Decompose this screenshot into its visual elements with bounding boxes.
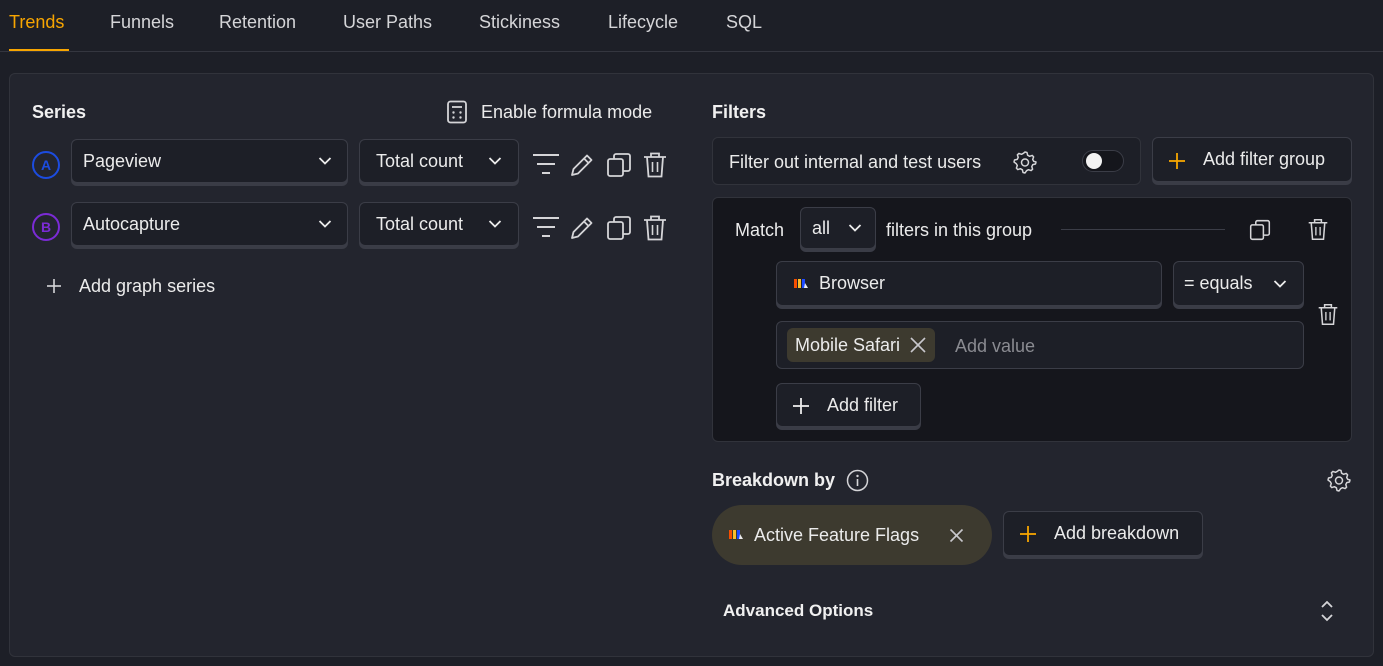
property-icon — [794, 279, 808, 288]
expand-collapse-icon — [1321, 600, 1333, 622]
filter-property-label: Browser — [819, 273, 886, 293]
toggle-knob — [1086, 153, 1102, 169]
add-filter-button[interactable]: Add filter — [776, 383, 921, 427]
series-letter-b: B — [32, 213, 60, 241]
add-breakdown-button[interactable]: Add breakdown — [1003, 511, 1203, 556]
value-chip: Mobile Safari — [787, 328, 936, 362]
property-icon — [729, 530, 743, 539]
test-users-filter-row: Filter out internal and test users — [712, 137, 1141, 185]
plus-icon — [793, 398, 809, 414]
breakdown-chip[interactable]: Active Feature Flags — [712, 505, 992, 565]
formula-mode-toggle[interactable]: Enable formula mode — [446, 100, 676, 126]
filter-operator-label: = equals — [1184, 273, 1253, 293]
series-b-math-label: Total count — [376, 213, 464, 234]
insight-type-tabs: Trends Funnels Retention User Paths Stic… — [0, 0, 1383, 52]
trash-icon[interactable] — [1317, 302, 1339, 327]
breakdown-chip-label: Active Feature Flags — [754, 524, 920, 545]
tab-user-paths[interactable]: User Paths — [343, 12, 432, 33]
match-value: all — [812, 217, 831, 238]
close-icon[interactable] — [909, 336, 927, 354]
advanced-options-toggle[interactable]: Advanced Options — [712, 589, 1352, 633]
plus-icon — [1020, 526, 1036, 542]
chevron-down-icon — [848, 224, 862, 232]
chevron-down-icon — [318, 157, 332, 165]
chevron-down-icon — [1273, 279, 1287, 288]
plus-icon — [47, 279, 61, 293]
add-filter-label: Add filter — [827, 394, 899, 415]
tab-trends[interactable]: Trends — [9, 12, 64, 33]
info-icon[interactable] — [846, 469, 869, 492]
add-filter-group-button[interactable]: Add filter group — [1152, 137, 1352, 182]
filter-operator-select[interactable]: = equals — [1173, 261, 1304, 306]
calculator-icon — [447, 100, 467, 124]
filter-icon[interactable] — [532, 216, 560, 238]
add-breakdown-label: Add breakdown — [1054, 523, 1180, 543]
filter-value-input[interactable]: Mobile Safari Add value — [776, 321, 1304, 369]
series-a-event-label: Pageview — [83, 150, 162, 171]
pencil-icon[interactable] — [568, 151, 596, 179]
tab-sql[interactable]: SQL — [726, 12, 762, 33]
active-tab-indicator — [9, 49, 69, 51]
query-editor-panel: Series Enable formula mode A Pageview To… — [9, 73, 1374, 657]
chevron-down-icon — [488, 157, 502, 165]
formula-mode-label: Enable formula mode — [481, 102, 653, 122]
value-chip-label: Mobile Safari — [795, 334, 901, 355]
duplicate-icon[interactable] — [1249, 219, 1271, 241]
tab-lifecycle[interactable]: Lifecycle — [608, 12, 678, 33]
filters-title: Filters — [712, 102, 767, 122]
breakdown-title: Breakdown by — [712, 470, 836, 490]
series-title: Series — [32, 102, 87, 122]
series-a-event-select[interactable]: Pageview — [71, 139, 348, 183]
advanced-options-label: Advanced Options — [723, 601, 874, 620]
series-a-math-select[interactable]: Total count — [359, 139, 519, 183]
test-users-toggle[interactable] — [1082, 150, 1124, 172]
value-placeholder: Add value — [955, 336, 1036, 356]
divider-line — [1061, 229, 1225, 230]
add-graph-series-label: Add graph series — [79, 276, 216, 296]
series-b-math-select[interactable]: Total count — [359, 202, 519, 246]
match-select[interactable]: all — [800, 207, 876, 249]
gear-icon[interactable] — [1013, 150, 1037, 174]
pencil-icon[interactable] — [568, 214, 596, 242]
plus-icon — [1169, 153, 1185, 169]
tab-retention[interactable]: Retention — [219, 12, 296, 33]
filter-property-select[interactable]: Browser — [776, 261, 1162, 306]
series-letter-a: A — [32, 151, 60, 179]
close-icon[interactable] — [949, 528, 964, 543]
series-a-math-label: Total count — [376, 150, 464, 171]
filter-icon[interactable] — [532, 153, 560, 175]
add-filter-group-label: Add filter group — [1203, 149, 1326, 169]
tab-funnels[interactable]: Funnels — [110, 12, 174, 33]
filter-group: Match all filters in this group Browser … — [712, 197, 1352, 442]
duplicate-icon[interactable] — [606, 215, 632, 241]
duplicate-icon[interactable] — [606, 152, 632, 178]
chevron-down-icon — [318, 220, 332, 228]
series-b-event-select[interactable]: Autocapture — [71, 202, 348, 246]
series-b-event-label: Autocapture — [83, 213, 181, 234]
trash-icon[interactable] — [642, 214, 668, 242]
tab-stickiness[interactable]: Stickiness — [479, 12, 560, 33]
match-suffix: filters in this group — [886, 220, 1033, 240]
match-label: Match — [735, 220, 785, 240]
chevron-down-icon — [488, 220, 502, 228]
trash-icon[interactable] — [1307, 217, 1329, 242]
trash-icon[interactable] — [642, 151, 668, 179]
gear-icon[interactable] — [1327, 468, 1351, 492]
add-graph-series-button[interactable]: Add graph series — [46, 273, 236, 299]
test-users-label: Filter out internal and test users — [729, 152, 982, 172]
